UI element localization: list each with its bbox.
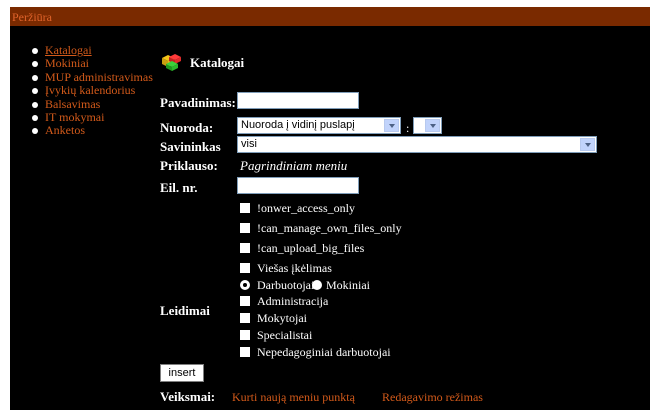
nuoroda-separator: : xyxy=(406,121,410,135)
sidebar-item-label: Katalogai xyxy=(45,43,92,57)
title-bar: Peržiūra xyxy=(10,7,650,26)
radio-selected-icon xyxy=(240,280,250,290)
sidebar-item-label: IT mokymai xyxy=(45,110,105,125)
sidebar-item-katalogai[interactable]: Katalogai xyxy=(32,43,153,57)
bullet-icon xyxy=(32,101,38,108)
edit-mode-link[interactable]: Redagavimo režimas xyxy=(382,390,483,405)
radio-darbuotojai[interactable]: Darbuotojai xyxy=(240,278,314,293)
checkbox-label: !can_manage_own_files_only xyxy=(257,221,402,235)
veiksmai-label: Veiksmai: xyxy=(160,389,216,404)
chevron-down-icon xyxy=(580,138,595,151)
group-checkbox-administracija[interactable]: Administracija xyxy=(240,294,328,309)
group-checkbox-specialistai[interactable]: Specialistai xyxy=(240,328,312,343)
checkbox-label: Nepedagoginiai darbuotojai xyxy=(257,345,391,359)
create-menu-item-link[interactable]: Kurti naują meniu punktą xyxy=(232,390,355,405)
radio-icon xyxy=(312,280,322,290)
checkbox-icon xyxy=(240,330,250,340)
sidebar-item-label: Įvykių kalendorius xyxy=(45,83,136,98)
group-checkbox-nepedagoginiai[interactable]: Nepedagoginiai darbuotojai xyxy=(240,345,391,360)
bullet-icon xyxy=(32,48,38,54)
sidebar-item-anketos[interactable]: Anketos xyxy=(32,124,153,137)
checkbox-icon xyxy=(240,223,250,233)
bullet-icon xyxy=(32,74,38,81)
bullet-icon xyxy=(32,128,38,135)
permission-checkbox-can-manage-own-files-only[interactable]: !can_manage_own_files_only xyxy=(240,221,402,236)
checkbox-icon xyxy=(240,347,250,357)
sidebar-item-it-mokymai[interactable]: IT mokymai xyxy=(32,110,153,125)
sidebar-item-ivykiu-kalendorius[interactable]: Įvykių kalendorius xyxy=(32,84,153,97)
sidebar-item-mokiniai[interactable]: Mokiniai xyxy=(32,57,153,70)
sidebar-item-label: MUP administravimas xyxy=(45,69,153,84)
sidebar-item-balsavimas[interactable]: Balsavimas xyxy=(32,96,153,111)
pavadinimas-field[interactable] xyxy=(237,92,359,109)
radio-mokiniai[interactable]: Mokiniai xyxy=(312,278,370,293)
permission-checkbox-viesas-ikelimas[interactable]: Viešas įkėlimas xyxy=(240,261,332,276)
checkbox-label: Mokytojai xyxy=(257,311,307,325)
checkbox-icon xyxy=(240,243,250,253)
checkbox-label: Administracija xyxy=(257,294,329,308)
eil-nr-field[interactable] xyxy=(237,177,359,194)
sidebar-item-label: Anketos xyxy=(45,123,85,138)
checkbox-icon xyxy=(240,313,250,323)
nuoroda-select-value: Nuoroda į vidinį puslapį xyxy=(241,119,355,131)
nuoroda-select[interactable]: Nuoroda į vidinį puslapį xyxy=(237,117,401,134)
savininkas-select[interactable]: visi xyxy=(237,136,597,153)
savininkas-select-value: visi xyxy=(241,138,257,150)
nuoroda-label: Nuoroda: xyxy=(160,120,214,135)
eil-nr-label: Eil. nr. xyxy=(160,180,198,195)
chevron-down-icon xyxy=(384,119,399,132)
sidebar-item-label: Balsavimas xyxy=(45,96,101,111)
priklauso-label: Priklauso: xyxy=(160,158,218,173)
window-title: Peržiūra xyxy=(12,10,52,24)
permission-checkbox-can-upload-big-files[interactable]: !can_upload_big_files xyxy=(240,241,364,256)
bullet-icon xyxy=(32,61,38,68)
radio-label: Darbuotojai xyxy=(257,278,315,292)
checkbox-icon xyxy=(240,296,250,306)
permission-checkbox-onwer-access-only[interactable]: !onwer_access_only xyxy=(240,201,355,216)
sidebar-item-mup-administravimas[interactable]: MUP administravimas xyxy=(32,69,153,84)
preview-frame: Peržiūra Katalogai Mokiniai MUP administ… xyxy=(10,7,650,410)
sidebar-item-label: Mokiniai xyxy=(45,56,89,71)
checkbox-icon xyxy=(240,203,250,213)
checkbox-label: !can_upload_big_files xyxy=(257,241,365,255)
bullet-icon xyxy=(32,115,38,122)
chevron-down-icon xyxy=(425,119,440,132)
group-checkbox-mokytojai[interactable]: Mokytojai xyxy=(240,311,307,326)
savininkas-label: Savininkas xyxy=(160,139,221,154)
insert-button[interactable]: insert xyxy=(160,364,204,382)
page-title: Katalogai xyxy=(190,55,245,70)
nuoroda-secondary-select[interactable] xyxy=(413,117,442,134)
bullet-icon xyxy=(32,88,38,95)
catalog-blocks-icon xyxy=(162,54,181,71)
checkbox-label: Specialistai xyxy=(257,328,313,342)
radio-label: Mokiniai xyxy=(326,278,370,292)
priklauso-value: Pagrindiniam meniu xyxy=(240,158,348,173)
leidimai-label: Leidimai xyxy=(160,303,210,318)
checkbox-icon xyxy=(240,263,250,273)
sidebar-menu: Katalogai Mokiniai MUP administravimas Į… xyxy=(32,43,153,138)
checkbox-label: !onwer_access_only xyxy=(257,201,355,215)
checkbox-label: Viešas įkėlimas xyxy=(257,261,332,275)
pavadinimas-label: Pavadinimas: xyxy=(160,95,236,110)
